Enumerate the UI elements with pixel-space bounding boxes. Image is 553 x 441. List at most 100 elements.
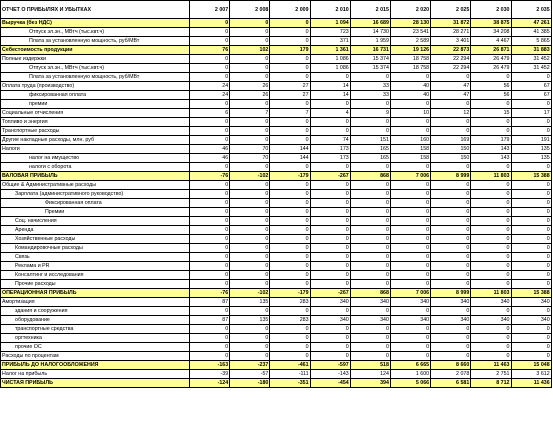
table-row: Налоги 46 70 144 173 165 158 150 143 135 (0, 144, 552, 154)
value-cell: 0 (269, 324, 311, 334)
row-label: Топливо и энергия (0, 117, 190, 127)
value-cell: -39 (188, 369, 231, 379)
value-cell: 0 (389, 252, 432, 262)
value-cell: 0 (188, 261, 231, 271)
value-cell: 0 (430, 261, 472, 271)
value-cell: 0 (430, 180, 472, 190)
value-cell: 0 (188, 279, 231, 289)
value-cell: 0 (229, 351, 271, 361)
value-cell: 9 (349, 108, 391, 118)
value-cell: 0 (229, 333, 271, 343)
value-cell: 31 872 (430, 18, 472, 28)
value-cell: 0 (430, 216, 472, 226)
year-header: 2 007 (188, 0, 231, 19)
value-cell: 340 (389, 315, 432, 325)
value-cell: 3 612 (510, 369, 552, 379)
value-cell: 0 (188, 234, 231, 244)
value-cell: 0 (229, 216, 271, 226)
value-cell: 0 (470, 189, 512, 199)
value-cell: 0 (188, 324, 231, 334)
value-cell: 0 (510, 189, 552, 199)
value-cell: 0 (269, 72, 311, 82)
table-row: Социальные отчисления 6 7 7 4 9 10 12 15 17 (0, 108, 552, 118)
value-cell: -57 (229, 369, 271, 379)
value-cell: 0 (510, 207, 552, 217)
value-cell: 14 (309, 81, 351, 91)
value-cell: -267 (309, 288, 351, 298)
table-row: Транспортные расходы 0 0 0 0 0 0 0 0 0 (0, 126, 552, 136)
value-cell: 31 883 (510, 45, 552, 55)
value-cell: 0 (309, 252, 351, 262)
value-cell: 0 (510, 180, 552, 190)
value-cell: 40 (389, 81, 432, 91)
value-cell: 7 006 (389, 288, 432, 298)
value-cell: 0 (430, 198, 472, 208)
value-cell: 0 (309, 207, 351, 217)
row-label: Соц. начисления (0, 216, 190, 226)
value-cell: -124 (188, 378, 231, 388)
row-label: прочие ОС (0, 342, 190, 352)
value-cell: -454 (309, 378, 351, 388)
value-cell: 0 (510, 270, 552, 280)
row-label: Налоги (0, 144, 190, 154)
table-row: фиксированная оплата 24 26 27 14 33 40 47 56 67 (0, 90, 552, 100)
value-cell: 24 (188, 90, 231, 100)
table-row: Другие накладные расходы, млн. руб 0 0 0 74 1… (0, 135, 552, 145)
table-row: Налог на прибыль -39 -57 -111 -143 124 1 600 2 … (0, 369, 552, 379)
value-cell: 135 (510, 153, 552, 163)
year-header: 2 030 (470, 0, 512, 19)
value-cell: 0 (510, 117, 552, 127)
value-cell: 135 (229, 297, 271, 307)
value-cell: -102 (229, 171, 271, 181)
value-cell: 0 (470, 333, 512, 343)
value-cell: 0 (229, 189, 271, 199)
value-cell: 0 (430, 117, 472, 127)
value-cell: 0 (349, 270, 391, 280)
value-cell: 0 (470, 252, 512, 262)
row-label: оборудование (0, 315, 190, 325)
value-cell: 0 (229, 117, 271, 127)
value-cell: 0 (188, 36, 231, 46)
value-cell: 3 401 (430, 36, 472, 46)
value-cell: 15 388 (510, 171, 552, 181)
value-cell: 0 (510, 261, 552, 271)
value-cell: 0 (229, 225, 271, 235)
year-header: 2 025 (430, 0, 472, 19)
value-cell: 0 (269, 36, 311, 46)
value-cell: 0 (309, 279, 351, 289)
value-cell: 340 (309, 315, 351, 325)
value-cell: 0 (510, 243, 552, 253)
row-label: Социальные отчисления (0, 108, 190, 118)
value-cell: 11 463 (470, 360, 512, 370)
row-label: Реклама и PR (0, 261, 190, 271)
row-label: Амортизация (0, 297, 190, 307)
value-cell: 0 (349, 198, 391, 208)
value-cell: 0 (229, 342, 271, 352)
row-label: налог на имущество (0, 153, 190, 163)
value-cell: 0 (229, 126, 271, 136)
value-cell: 56 (470, 90, 512, 100)
value-cell: 0 (389, 117, 432, 127)
value-cell: 31 452 (510, 63, 552, 73)
value-cell: 0 (470, 225, 512, 235)
value-cell: 31 452 (510, 54, 552, 64)
value-cell: 0 (470, 117, 512, 127)
value-cell: 6 (188, 108, 231, 118)
value-cell: 0 (389, 270, 432, 280)
row-label: фиксированная оплата (0, 90, 190, 100)
table-row: ЧИСТАЯ ПРИБЫЛЬ -124 -180 -351 -454 394 5 066 6 … (0, 378, 552, 388)
value-cell: 0 (229, 198, 271, 208)
value-cell: 0 (229, 54, 271, 64)
value-cell: 0 (269, 135, 311, 145)
value-cell: 0 (430, 99, 472, 109)
value-cell: 0 (349, 351, 391, 361)
table-row: оборудование 87 135 283 340 340 340 340 340 340 (0, 315, 552, 325)
value-cell: 0 (389, 279, 432, 289)
value-cell: 0 (269, 342, 311, 352)
value-cell: 0 (389, 234, 432, 244)
value-cell: 0 (389, 333, 432, 343)
value-cell: 0 (349, 225, 391, 235)
value-cell: -76 (188, 171, 231, 181)
table-row: Плата за установленную мощность, руб/МВт… (0, 72, 552, 82)
value-cell: 340 (470, 315, 512, 325)
